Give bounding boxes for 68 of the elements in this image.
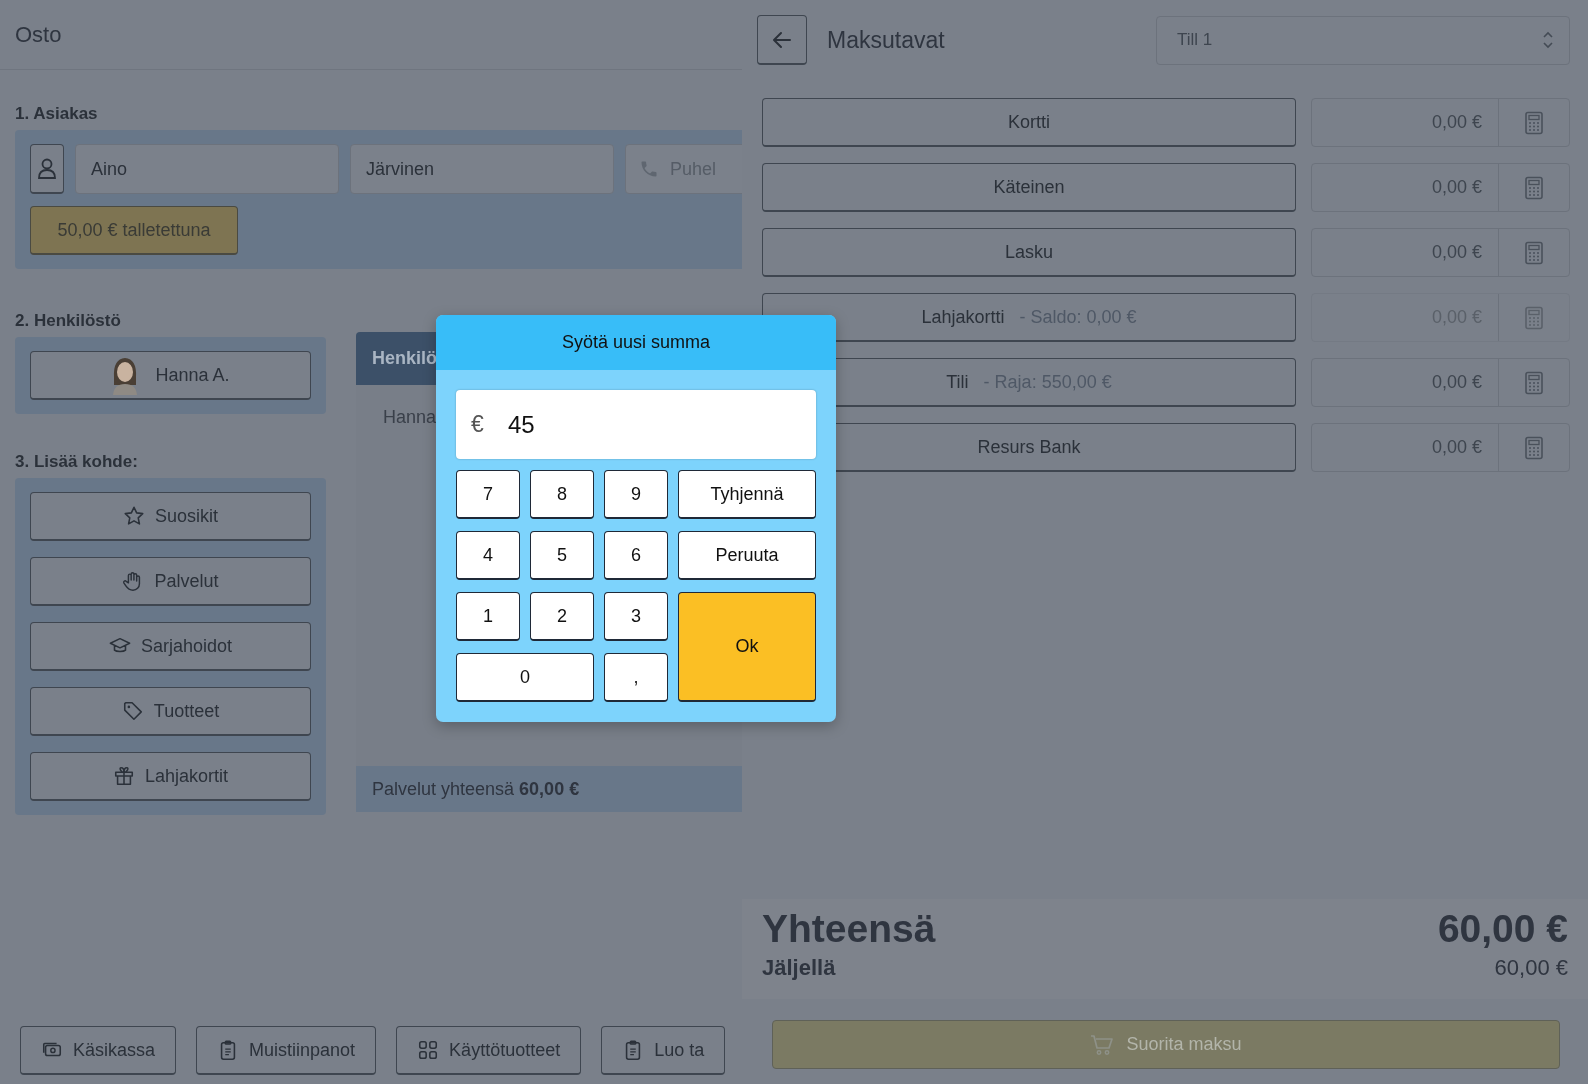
total-label: Yhteensä [762, 907, 936, 951]
amount-field[interactable]: 0,00 € [1311, 358, 1570, 407]
toolbar-button[interactable]: Muistiinpanot [196, 1026, 377, 1075]
staff-button[interactable]: Hanna A. [30, 351, 311, 400]
dialog-title: Syötä uusi summa [561, 332, 711, 353]
keypad-key[interactable]: 3 [604, 592, 668, 641]
calculator-icon [1524, 370, 1544, 395]
keypad-key[interactable]: 1 [456, 592, 520, 641]
add-item-button[interactable]: Suosikit [30, 492, 311, 541]
calculator-icon [1524, 175, 1544, 200]
keypad-key[interactable]: Tyhjennä [678, 470, 816, 519]
avatar-icon [111, 355, 140, 395]
customer-button[interactable] [30, 144, 64, 194]
keypad-key[interactable]: 6 [604, 531, 668, 580]
payment-method-button[interactable]: Käteinen [762, 163, 1296, 212]
keypad-key[interactable]: 8 [530, 470, 594, 519]
keypad-key[interactable]: 0 [456, 653, 594, 702]
pay-button[interactable]: Suorita maksu [772, 1020, 1560, 1069]
till-select[interactable]: Till 1 [1156, 15, 1570, 65]
deposit-button[interactable]: 50,00 € talletettuna [30, 206, 238, 255]
keypad-key[interactable]: Peruuta [678, 531, 816, 580]
payment-method-button[interactable]: Lasku [762, 228, 1296, 277]
gift-icon [112, 765, 135, 787]
add-item-button[interactable]: Lahjakortit [30, 752, 311, 801]
toolbar-button[interactable]: Luo ta [601, 1026, 726, 1075]
toolbar-button[interactable]: Käyttötuotteet [396, 1026, 582, 1075]
currency-symbol: € [471, 411, 484, 438]
remaining-value: 60,00 € [1494, 955, 1568, 981]
chevron-up-down-icon [1541, 29, 1555, 51]
keypad-key[interactable]: Ok [678, 592, 816, 702]
section-heading: 3. Lisää kohde: [15, 452, 139, 472]
keypad-key[interactable]: , [604, 653, 668, 702]
services-total: Palvelut yhteensä 60,00 € [356, 766, 742, 812]
keypad-key[interactable]: 5 [530, 531, 594, 580]
remaining-label: Jäljellä [762, 955, 836, 981]
grid-icon [417, 1039, 440, 1061]
last-name-field[interactable]: Järvinen [350, 144, 614, 194]
calculator-icon [1524, 110, 1544, 135]
calculator-icon [1524, 435, 1544, 460]
add-item-button[interactable]: Palvelut [30, 557, 311, 606]
phone-icon [639, 159, 659, 179]
add-item-button[interactable]: Tuotteet [30, 687, 311, 736]
back-button[interactable] [757, 15, 807, 65]
panel-title: Henkilö [372, 348, 437, 369]
page-title: Osto [15, 21, 62, 48]
staff-name: Hanna [383, 407, 437, 427]
star-icon [123, 505, 145, 527]
toolbar-button[interactable]: Käsikassa [20, 1026, 177, 1075]
cart-icon [1090, 1033, 1115, 1056]
payment-method-button[interactable]: Kortti [762, 98, 1296, 147]
amount-field[interactable]: 0,00 € [1311, 423, 1570, 472]
calculator-icon [1524, 240, 1544, 265]
calculator-icon [1524, 305, 1544, 330]
keypad-key[interactable]: 2 [530, 592, 594, 641]
keypad-key[interactable]: 4 [456, 531, 520, 580]
section-heading: 2. Henkilöstö [15, 311, 122, 331]
section-heading: 1. Asiakas [15, 104, 99, 124]
keypad-key[interactable]: 9 [604, 470, 668, 519]
amount-field[interactable]: 0,00 € [1311, 98, 1570, 147]
total-value: 60,00 € [1437, 907, 1568, 951]
keypad-key[interactable]: 7 [456, 470, 520, 519]
payment-title: Maksutavat [827, 26, 945, 54]
tag-icon [121, 700, 144, 722]
amount-field[interactable]: 0,00 € [1311, 228, 1570, 277]
first-name-field[interactable]: Aino [75, 144, 339, 194]
amount-field[interactable]: 0,00 € [1311, 163, 1570, 212]
add-item-button[interactable]: Sarjahoidot [30, 622, 311, 671]
person-icon [37, 157, 57, 180]
